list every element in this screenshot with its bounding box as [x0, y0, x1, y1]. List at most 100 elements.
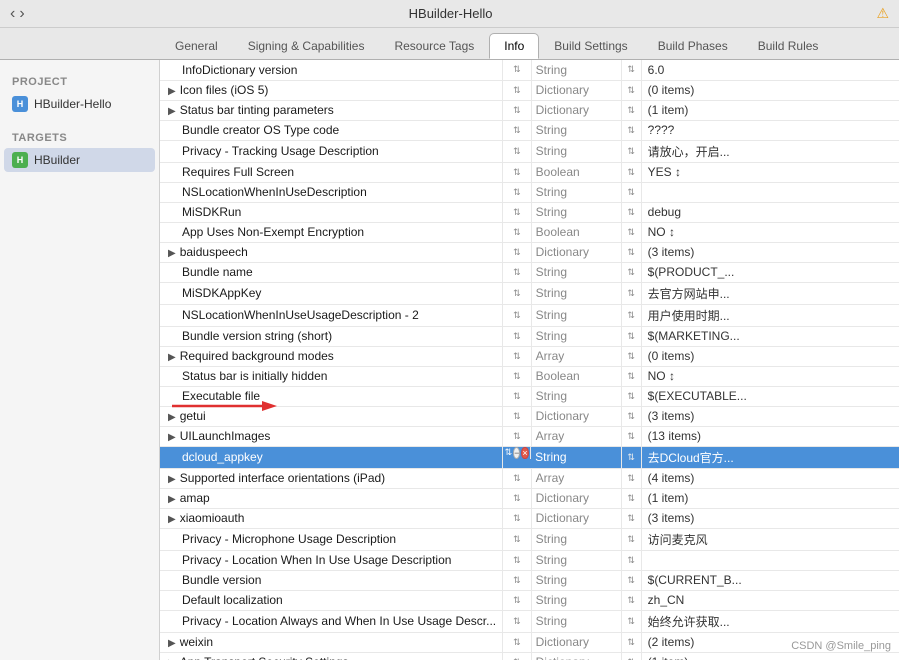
type-arrows[interactable]: ⇅: [621, 570, 641, 590]
sort-arrows[interactable]: ⇅: [503, 550, 532, 570]
type-arrows[interactable]: ⇅: [621, 202, 641, 222]
table-row[interactable]: Bundle version string (short)⇅String⇅$(M…: [160, 326, 899, 346]
expand-arrow[interactable]: ▶: [168, 86, 176, 97]
table-row[interactable]: ▶Icon files (iOS 5)⇅Dictionary⇅(0 items): [160, 80, 899, 100]
sort-arrows[interactable]: ⇅: [503, 60, 532, 80]
sort-arrows[interactable]: ⇅: [503, 326, 532, 346]
expand-arrow[interactable]: ▶: [168, 514, 176, 525]
type-arrows[interactable]: ⇅: [621, 100, 641, 120]
table-row[interactable]: Privacy - Tracking Usage Description⇅Str…: [160, 140, 899, 162]
table-row[interactable]: MiSDKRun⇅String⇅debug: [160, 202, 899, 222]
type-arrows[interactable]: ⇅: [621, 406, 641, 426]
expand-arrow[interactable]: ▶: [168, 412, 176, 423]
sort-arrows[interactable]: ⇅: [503, 468, 532, 488]
table-row[interactable]: Privacy - Location Always and When In Us…: [160, 610, 899, 632]
tab-signing[interactable]: Signing & Capabilities: [233, 33, 380, 59]
type-arrows[interactable]: ⇅: [621, 326, 641, 346]
table-row[interactable]: ▶baiduspeech⇅Dictionary⇅(3 items): [160, 242, 899, 262]
sort-arrows[interactable]: ⇅: [503, 426, 532, 446]
sort-arrows[interactable]: ⇅: [503, 182, 532, 202]
table-row[interactable]: Bundle version⇅String⇅$(CURRENT_B...: [160, 570, 899, 590]
type-arrows[interactable]: ⇅: [621, 652, 641, 660]
type-arrows[interactable]: ⇅: [621, 508, 641, 528]
table-row[interactable]: Bundle creator OS Type code⇅String⇅????: [160, 120, 899, 140]
table-row[interactable]: MiSDKAppKey⇅String⇅去官方网站申...: [160, 282, 899, 304]
table-row[interactable]: Bundle name⇅String⇅$(PRODUCT_...: [160, 262, 899, 282]
sort-arrows[interactable]: ⇅: [503, 528, 532, 550]
sort-arrows[interactable]: ⇅: [503, 346, 532, 366]
sort-arrows[interactable]: ⇅: [503, 386, 532, 406]
sort-arrows[interactable]: ⇅: [503, 652, 532, 660]
sort-arrows[interactable]: ⇅ − ×: [503, 447, 531, 459]
sort-arrows[interactable]: ⇅: [503, 120, 532, 140]
sort-arrows[interactable]: ⇅: [503, 202, 532, 222]
type-arrows[interactable]: ⇅: [621, 468, 641, 488]
tab-general[interactable]: General: [160, 33, 233, 59]
sort-arrows[interactable]: ⇅: [503, 488, 532, 508]
table-row[interactable]: Privacy - Microphone Usage Description⇅S…: [160, 528, 899, 550]
nav-back-icon[interactable]: ‹: [10, 5, 15, 23]
expand-arrow[interactable]: ▶: [168, 248, 176, 259]
type-arrows[interactable]: ⇅: [621, 262, 641, 282]
table-row[interactable]: Default localization⇅String⇅zh_CN: [160, 590, 899, 610]
sidebar-item-project[interactable]: H HBuilder-Hello: [0, 92, 159, 116]
expand-arrow[interactable]: ▶: [168, 352, 176, 363]
table-row[interactable]: Status bar is initially hidden⇅Boolean⇅N…: [160, 366, 899, 386]
nav-forward-icon[interactable]: ›: [19, 5, 24, 23]
type-arrows[interactable]: ⇅: [621, 426, 641, 446]
table-row[interactable]: ▶Supported interface orientations (iPad)…: [160, 468, 899, 488]
tab-resource[interactable]: Resource Tags: [379, 33, 489, 59]
table-row[interactable]: ▶amap⇅Dictionary⇅(1 item): [160, 488, 899, 508]
sort-arrows[interactable]: ⇅: [503, 632, 532, 652]
table-row[interactable]: ▶weixin⇅Dictionary⇅(2 items): [160, 632, 899, 652]
table-row[interactable]: NSLocationWhenInUseUsageDescription - 2⇅…: [160, 304, 899, 326]
table-row[interactable]: ▶App Transport Security Settings⇅Diction…: [160, 652, 899, 660]
tab-build-rules[interactable]: Build Rules: [743, 33, 834, 59]
type-arrows[interactable]: ⇅: [621, 550, 641, 570]
type-arrows[interactable]: ⇅: [621, 60, 641, 80]
table-row[interactable]: Requires Full Screen⇅Boolean⇅YES ↕: [160, 162, 899, 182]
expand-arrow[interactable]: ▶: [168, 474, 176, 485]
sidebar-item-target[interactable]: H HBuilder: [4, 148, 155, 172]
type-arrows[interactable]: ⇅: [621, 346, 641, 366]
table-row[interactable]: ▶getui⇅Dictionary⇅(3 items): [160, 406, 899, 426]
sort-arrows[interactable]: ⇅: [503, 262, 532, 282]
table-row[interactable]: ▶xiaomioauth⇅Dictionary⇅(3 items): [160, 508, 899, 528]
sort-arrows[interactable]: ⇅: [503, 80, 532, 100]
minus-button[interactable]: −: [513, 447, 520, 459]
table-row[interactable]: dcloud_appkey⇅ − ×String⇅去DCloud官方...: [160, 446, 899, 468]
table-row[interactable]: ▶Required background modes⇅Array⇅(0 item…: [160, 346, 899, 366]
type-arrows[interactable]: ⇅: [621, 366, 641, 386]
tab-build-phases[interactable]: Build Phases: [643, 33, 743, 59]
type-arrows[interactable]: ⇅: [621, 304, 641, 326]
type-arrows[interactable]: ⇅: [621, 632, 641, 652]
expand-arrow[interactable]: ▶: [168, 106, 176, 117]
table-row[interactable]: Privacy - Location When In Use Usage Des…: [160, 550, 899, 570]
sort-arrows[interactable]: ⇅: [503, 140, 532, 162]
type-arrows[interactable]: ⇅: [621, 446, 641, 468]
sort-arrows[interactable]: ⇅: [503, 304, 532, 326]
type-arrows[interactable]: ⇅: [621, 488, 641, 508]
sort-arrows[interactable]: ⇅: [503, 222, 532, 242]
type-arrows[interactable]: ⇅: [621, 610, 641, 632]
type-arrows[interactable]: ⇅: [621, 242, 641, 262]
sort-arrows[interactable]: ⇅: [503, 570, 532, 590]
table-row[interactable]: InfoDictionary version⇅String⇅6.0: [160, 60, 899, 80]
tab-build-settings[interactable]: Build Settings: [539, 33, 642, 59]
expand-arrow[interactable]: ▶: [168, 432, 176, 443]
table-row[interactable]: ▶Status bar tinting parameters⇅Dictionar…: [160, 100, 899, 120]
tab-info[interactable]: Info: [489, 33, 539, 59]
type-arrows[interactable]: ⇅: [621, 140, 641, 162]
type-arrows[interactable]: ⇅: [621, 162, 641, 182]
table-row[interactable]: NSLocationWhenInUseDescription⇅String⇅: [160, 182, 899, 202]
sort-arrows[interactable]: ⇅: [503, 242, 532, 262]
sort-arrows[interactable]: ⇅: [503, 406, 532, 426]
scroll-wrapper[interactable]: InfoDictionary version⇅String⇅6.0▶Icon f…: [160, 60, 899, 660]
table-row[interactable]: Executable file⇅String⇅$(EXECUTABLE...: [160, 386, 899, 406]
titlebar-nav[interactable]: ‹ ›: [10, 5, 25, 23]
sort-arrows[interactable]: ⇅: [503, 282, 532, 304]
sort-arrows[interactable]: ⇅: [503, 508, 532, 528]
table-row[interactable]: ▶UILaunchImages⇅Array⇅(13 items): [160, 426, 899, 446]
sort-arrows[interactable]: ⇅: [503, 590, 532, 610]
remove-button[interactable]: ×: [521, 447, 528, 459]
